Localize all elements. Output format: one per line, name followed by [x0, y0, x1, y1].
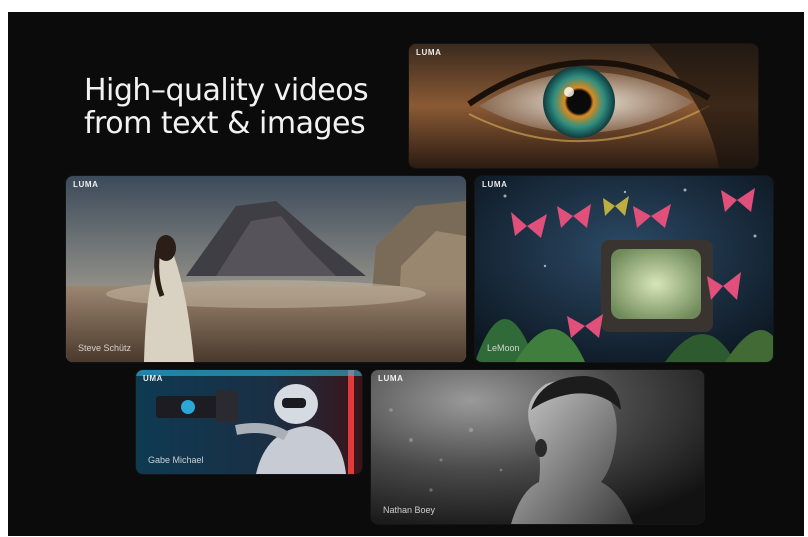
headline-line-2: from text & images: [84, 106, 366, 141]
video-card-butterflies[interactable]: LUMA LeMoon: [475, 176, 773, 362]
video-card-portrait[interactable]: LUMA Nathan Boey: [371, 370, 704, 524]
desert-figure-image: [66, 176, 466, 362]
brand-label: LUMA: [482, 180, 508, 189]
video-card-eye[interactable]: LUMA: [409, 44, 758, 168]
creator-credit: Nathan Boey: [383, 505, 436, 515]
brand-label: LUMA: [416, 48, 442, 57]
brand-label: LUMA: [73, 180, 99, 189]
showcase-panel: High–quality videos from text & images L…: [8, 12, 804, 536]
brand-label: LUMA: [378, 374, 404, 383]
creator-credit: LeMoon: [487, 343, 520, 353]
headline: High–quality videos from text & images: [84, 73, 369, 141]
underwater-portrait-image: [371, 370, 704, 524]
video-card-robot[interactable]: UMA Gabe Michael: [136, 370, 362, 474]
video-card-desert[interactable]: LUMA Steve Schütz: [66, 176, 466, 362]
brand-label: UMA: [143, 374, 164, 383]
eye-image: [409, 44, 758, 168]
creator-credit: Gabe Michael: [148, 455, 204, 465]
butterflies-tv-image: [475, 176, 773, 362]
creator-credit: Steve Schütz: [78, 343, 132, 353]
headline-line-1: High–quality videos: [84, 73, 369, 108]
